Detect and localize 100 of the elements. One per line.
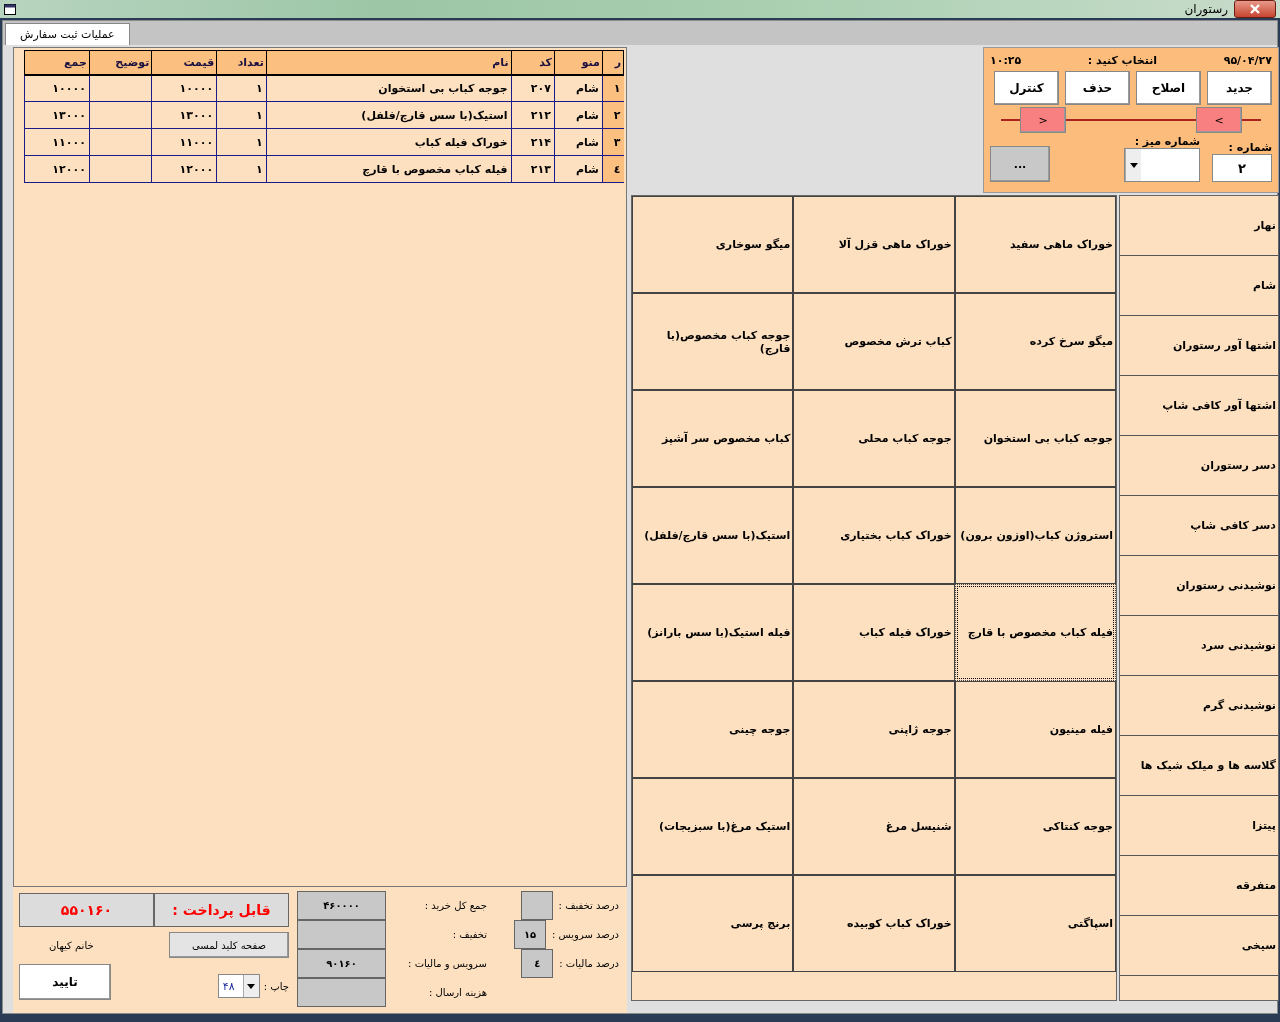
menu-item-button[interactable]: جوجه کنتاکی <box>954 778 1116 875</box>
table-cell: ۱۰۰۰۰ <box>151 74 217 102</box>
table-cell: شام <box>554 74 603 102</box>
tab[interactable]: عملیات ثبت سفارش <box>5 23 130 45</box>
menu-item-button[interactable]: اسپاگتی <box>954 875 1116 972</box>
confirm-button[interactable]: تایید <box>19 964 111 1000</box>
action-button[interactable]: حذف <box>1065 71 1130 105</box>
table-cell: ۲۰۷ <box>511 74 555 102</box>
table-cell: ۱ <box>216 155 267 183</box>
user-name: خانم کیهان <box>49 939 94 951</box>
field-label: هزینه ارسال : <box>428 987 487 998</box>
field-label: درصد سرویس : <box>552 929 619 940</box>
menu-item-button[interactable]: فیله کباب مخصوص با قارچ <box>954 584 1116 681</box>
menu-item-button[interactable]: میگو سوخاری <box>632 196 794 293</box>
field-label: جمع کل خرید : <box>423 900 487 911</box>
percent-field[interactable]: ۱۵ <box>514 920 546 949</box>
menu-item-button[interactable]: میگو سرخ کرده <box>954 293 1116 390</box>
column-header: قیمت <box>151 50 217 75</box>
more-button[interactable]: ... <box>990 146 1050 182</box>
table-cell <box>89 74 152 102</box>
action-button[interactable]: اصلاح <box>1136 71 1201 105</box>
print-dropdown[interactable]: ۴۸ <box>217 974 260 998</box>
field-label: درصد تخفیف : <box>558 900 619 911</box>
table-cell: ۲ <box>602 101 624 129</box>
table-cell: ۱۳۰۰۰ <box>151 101 217 129</box>
prompt-text: انتخاب کنید : <box>1087 54 1158 67</box>
dropdown-arrow-icon <box>247 983 256 989</box>
number-field[interactable]: ۲ <box>1212 154 1272 182</box>
column-header: توضیح <box>89 50 152 75</box>
close-button[interactable] <box>1234 0 1276 18</box>
table-cell: شام <box>554 101 603 129</box>
payable-amount: ۵۵۰۱۶۰ <box>19 893 154 927</box>
percent-field[interactable] <box>520 891 553 920</box>
table-cell: ۱۰۰۰۰ <box>24 74 90 102</box>
menu-item-button[interactable]: استروژن کباب(اوزون برون) <box>954 487 1116 584</box>
field-label: تخفیف : <box>451 929 487 940</box>
menu-item-button[interactable]: خوراک فیله کباب <box>793 584 955 681</box>
table-cell: ۱۱۰۰۰ <box>24 128 90 156</box>
column-header: تعداد <box>216 50 267 75</box>
menu-item-button[interactable]: خوراک کباب بختیاری <box>793 487 955 584</box>
table-cell <box>89 101 152 129</box>
menu-item-button[interactable]: خوراک ماهی سفید <box>954 196 1116 293</box>
window-icon <box>4 3 16 15</box>
previous-button[interactable]: < <box>1020 107 1066 133</box>
menu-item-button[interactable]: جوجه کباب بی استخوان <box>954 390 1116 487</box>
menu-item-button[interactable]: جوجه کباب مخصوص(با قارچ) <box>632 293 794 390</box>
next-button[interactable]: > <box>1196 107 1242 133</box>
menu-item-button[interactable]: خوراک کباب کوبیده <box>793 875 955 972</box>
number-label: شماره : <box>1228 141 1272 154</box>
menu-item-button[interactable]: فیله استیک(با سس بارانز) <box>632 584 794 681</box>
payable-label: قابل پرداخت : <box>154 893 289 927</box>
date-text: ۹۵/۰۴/۲۷ <box>1223 54 1272 67</box>
keyboard-button[interactable]: صفحه کلید لمسی <box>169 932 289 958</box>
menu-item-button[interactable]: جوجه کباب محلی <box>793 390 955 487</box>
table-cell: ۲۱۳ <box>511 155 555 183</box>
table-cell: ۱۳۰۰۰ <box>24 101 90 129</box>
amount-field: ۹۰۱۶۰ <box>297 949 387 978</box>
column-header: جمع <box>24 50 90 75</box>
table-cell: استیک(با سس قارچ/فلفل) <box>266 101 512 129</box>
table-cell: جوجه کباب بی استخوان <box>266 74 512 102</box>
table-cell: ۲۱۴ <box>511 128 555 156</box>
table-cell: شام <box>554 128 603 156</box>
table-cell: ۳ <box>602 128 624 156</box>
table-cell <box>89 155 152 183</box>
amount-field: ۴۶۰۰۰۰ <box>297 891 387 920</box>
menu-item-button[interactable]: فیله مینیون <box>954 681 1116 778</box>
menu-item-button[interactable]: کباب ترش مخصوص <box>793 293 955 390</box>
column-header: کد <box>511 50 555 75</box>
table-cell: شام <box>554 155 603 183</box>
dropdown-arrow-icon <box>1129 162 1138 168</box>
window-title: رستوران <box>1184 2 1228 16</box>
table-cell: ۱۲۰۰۰ <box>151 155 217 183</box>
table-cell: فیله کباب مخصوص با قارچ <box>266 155 512 183</box>
table-cell: ۱ <box>216 101 267 129</box>
table-cell <box>89 128 152 156</box>
table-number-label: شماره میز : <box>1134 135 1200 148</box>
column-header: منو <box>554 50 603 75</box>
table-number-dropdown[interactable] <box>1124 148 1200 182</box>
time-text: ۱۰:۲۵ <box>990 54 1022 67</box>
action-button[interactable]: کنترل <box>994 71 1059 105</box>
table-cell: خوراک فیله کباب <box>266 128 512 156</box>
field-label: درصد مالیات : <box>559 958 619 969</box>
menu-item-button[interactable]: کباب مخصوص سر آشپز <box>632 390 794 487</box>
menu-item-button[interactable]: استیک(با سس قارچ/فلفل) <box>632 487 794 584</box>
close-icon <box>1250 4 1260 14</box>
table-cell: ۲۱۲ <box>511 101 555 129</box>
menu-item-button[interactable]: جوجه چینی <box>632 681 794 778</box>
table-cell: ۱ <box>216 128 267 156</box>
menu-item-button[interactable]: جوجه ژاپنی <box>793 681 955 778</box>
menu-item-button[interactable]: خوراک ماهی قزل آلا <box>793 196 955 293</box>
table-cell: ۱ <box>602 74 624 102</box>
print-label: چاپ : <box>263 980 289 992</box>
action-button[interactable]: جدید <box>1207 71 1272 105</box>
menu-item-button[interactable]: استیک مرغ(با سبزیجات) <box>632 778 794 875</box>
table-cell: ٤ <box>602 155 624 183</box>
menu-item-button[interactable]: شنیسل مرغ <box>793 778 955 875</box>
table-cell: ۱۱۰۰۰ <box>151 128 217 156</box>
menu-item-button[interactable]: برنج پرسی <box>632 875 794 972</box>
percent-field[interactable]: ٤ <box>521 949 554 978</box>
column-header: ر <box>602 50 624 75</box>
